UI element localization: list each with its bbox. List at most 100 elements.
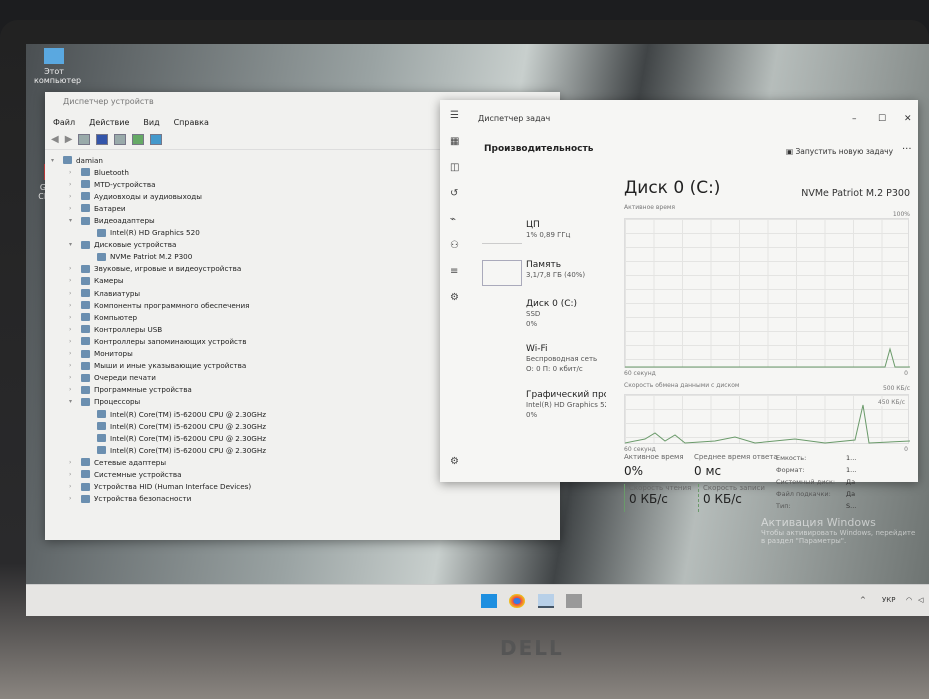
graph1-time: 60 секунд: [624, 370, 656, 377]
resource-wifi[interactable]: Wi-Fi Беспроводная сеть О: 0 П: 0 кбит/с: [526, 344, 597, 374]
active-time-line: [625, 347, 910, 368]
app-history-icon[interactable]: ↺: [450, 188, 458, 199]
device-icon: [81, 192, 90, 201]
tree-node-label: Процессоры: [94, 397, 141, 407]
device-icon: [81, 482, 90, 491]
tree-node[interactable]: › Устройства HID (Human Interface Devices…: [51, 481, 554, 493]
desktop-icon-this-pc[interactable]: Этот компьютер: [34, 48, 81, 85]
run-new-task-button[interactable]: ▣ Запустить новую задачу: [786, 147, 893, 156]
nav-rail: ☰ ▦ ◫ ↺ ⌁ ⚇ ≡ ⚙ ⚙: [440, 100, 472, 482]
device-icon: [81, 289, 90, 298]
tree-node-label: Мыши и иные указывающие устройства: [94, 361, 247, 371]
chevron-right-icon[interactable]: ›: [69, 277, 77, 284]
settings-icon[interactable]: ⚙: [450, 456, 459, 467]
tree-node-label: Intel(R) Core(TM) i5-6200U CPU @ 2.30GHz: [110, 433, 267, 443]
tree-node-label: Аудиовходы и аудиовыходы: [94, 191, 202, 201]
taskbar: ^ УКР ◠ ◁: [26, 584, 929, 616]
device-icon: [81, 349, 90, 358]
tree-node-label: Звуковые, игровые и видеоустройства: [94, 264, 242, 274]
menu-action[interactable]: Действие: [89, 118, 129, 128]
tree-node-label: Intel(R) Core(TM) i5-6200U CPU @ 2.30GHz: [110, 421, 267, 431]
chevron-right-icon[interactable]: ›: [69, 205, 77, 212]
section-title: Производительность: [484, 144, 594, 154]
services-icon[interactable]: ⚙: [450, 292, 459, 303]
wifi-icon[interactable]: ◠: [906, 596, 912, 604]
resource-memory[interactable]: Память 3,1/7,8 ГБ (40%): [526, 260, 585, 280]
chevron-right-icon[interactable]: ›: [69, 265, 77, 272]
resource-gpu[interactable]: Графический прс Intel(R) HD Graphics 52 0%: [526, 390, 606, 420]
device-icon: [81, 361, 90, 370]
more-options-icon[interactable]: ···: [902, 144, 912, 155]
chevron-right-icon[interactable]: ›: [69, 169, 77, 176]
resource-disk[interactable]: Диск 0 (C:) SSD 0%: [526, 299, 577, 329]
hamburger-icon[interactable]: ☰: [450, 110, 459, 121]
device-icon: [81, 216, 90, 225]
back-icon[interactable]: ◀: [51, 134, 59, 147]
forward-icon[interactable]: ▶: [65, 134, 73, 147]
chevron-down-icon[interactable]: ▾: [69, 241, 77, 248]
chevron-right-icon[interactable]: ›: [69, 290, 77, 297]
chevron-right-icon[interactable]: ›: [69, 483, 77, 490]
device-icon: [97, 434, 106, 443]
startup-icon[interactable]: ⌁: [450, 214, 456, 225]
chevron-down-icon[interactable]: ▾: [69, 217, 77, 224]
memory-thumbnail: [482, 260, 522, 286]
chevron-right-icon[interactable]: ›: [69, 374, 77, 381]
details-icon[interactable]: ≡: [450, 266, 458, 277]
chevron-right-icon[interactable]: ›: [69, 350, 77, 357]
device-icon: [81, 458, 90, 467]
graph2-min: 0: [904, 446, 908, 453]
chevron-right-icon[interactable]: ›: [69, 181, 77, 188]
menu-view[interactable]: Вид: [143, 118, 159, 128]
chevron-right-icon[interactable]: ›: [69, 459, 77, 466]
chevron-right-icon[interactable]: ›: [69, 302, 77, 309]
chevron-right-icon[interactable]: ›: [69, 362, 77, 369]
graph1-min: 0: [904, 370, 908, 377]
language-indicator[interactable]: УКР: [882, 596, 895, 604]
device-icon: [97, 446, 106, 455]
device-icon: [81, 313, 90, 322]
active-time-value: 0%: [624, 464, 644, 478]
properties-icon[interactable]: [78, 134, 91, 145]
minimize-button[interactable]: –: [852, 114, 857, 124]
performance-icon[interactable]: ◫: [450, 162, 459, 173]
device-icon: [81, 385, 90, 394]
maximize-button[interactable]: ☐: [878, 114, 886, 124]
menu-file[interactable]: Файл: [53, 118, 75, 128]
graph2-time: 60 секунд: [624, 446, 656, 453]
menu-help[interactable]: Справка: [174, 118, 209, 128]
chrome-taskbar-icon[interactable]: [509, 594, 525, 608]
scan-hardware-icon[interactable]: [150, 134, 163, 145]
tree-node[interactable]: › Устройства безопасности: [51, 493, 554, 505]
tree-node-label: Intel(R) Core(TM) i5-6200U CPU @ 2.30GHz: [110, 445, 267, 455]
chevron-right-icon[interactable]: ›: [69, 326, 77, 333]
chevron-right-icon[interactable]: ›: [69, 495, 77, 502]
tree-node-label: Bluetooth: [94, 167, 129, 177]
chevron-right-icon[interactable]: ›: [69, 471, 77, 478]
chevron-right-icon[interactable]: ›: [69, 386, 77, 393]
device-icon: [81, 494, 90, 503]
tree-node-label: Устройства HID (Human Interface Devices): [94, 482, 252, 492]
volume-icon[interactable]: ◁: [918, 596, 923, 604]
chevron-up-icon[interactable]: ^: [860, 596, 866, 604]
close-button[interactable]: ✕: [904, 114, 912, 124]
chevron-right-icon[interactable]: ›: [69, 193, 77, 200]
device-icon: [81, 470, 90, 479]
tree-node-label: Дисковые устройства: [94, 240, 177, 250]
start-icon[interactable]: [481, 594, 497, 608]
desktop: Этот компьютер Google Chrome Диспетчер у…: [26, 44, 929, 616]
device-icon: [81, 240, 90, 249]
chevron-right-icon[interactable]: ›: [69, 338, 77, 345]
transfer-rate-line: [624, 404, 911, 444]
update-driver-icon[interactable]: [132, 134, 145, 145]
device-manager-taskbar-icon[interactable]: [566, 594, 582, 608]
processes-icon[interactable]: ▦: [450, 136, 459, 147]
resource-cpu[interactable]: ЦП 1% 0,89 ГГц: [526, 220, 570, 240]
view-icon[interactable]: [114, 134, 127, 145]
chevron-right-icon[interactable]: ›: [69, 314, 77, 321]
task-manager-taskbar-icon[interactable]: [538, 594, 554, 608]
help-icon[interactable]: [96, 134, 109, 145]
tree-node-label: Очереди печати: [94, 373, 156, 383]
users-icon[interactable]: ⚇: [450, 240, 459, 251]
chevron-down-icon[interactable]: ▾: [69, 398, 77, 405]
